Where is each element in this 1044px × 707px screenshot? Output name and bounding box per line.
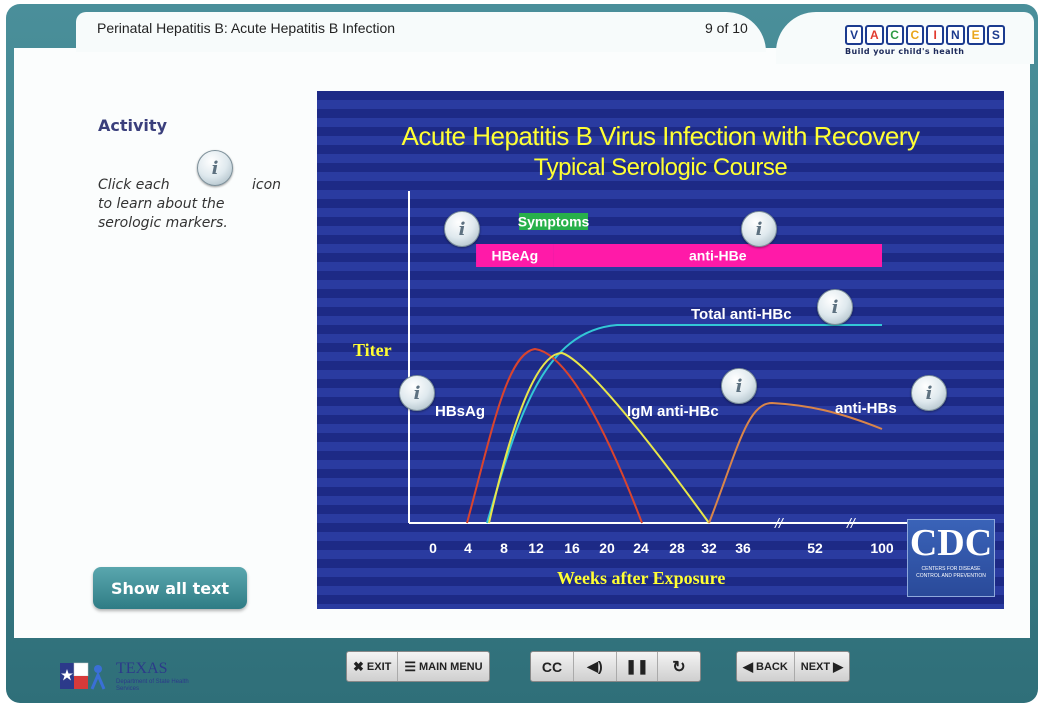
- info-icon: i: [197, 150, 233, 186]
- x-tick-label: 4: [464, 540, 472, 556]
- x-tick-label: 16: [564, 540, 580, 556]
- slide-panel: Acute Hepatitis B Virus Infection with R…: [317, 91, 1004, 609]
- x-tick-label: 20: [599, 540, 615, 556]
- instruction-line2: to learn about the: [98, 196, 225, 212]
- x-tick-label: 52: [807, 540, 823, 556]
- logo-tagline: Build your child's health: [845, 47, 965, 56]
- x-tick-label: 8: [500, 540, 508, 556]
- series-line-anti-hbs: [708, 401, 883, 524]
- close-icon: ✖: [353, 658, 364, 674]
- series-label-total-anti-hbc: Total anti-HBc: [691, 306, 792, 323]
- series-line-hbsag: [466, 347, 643, 524]
- replay-icon[interactable]: ↻: [658, 652, 700, 681]
- closed-caption-button[interactable]: CC: [531, 652, 574, 681]
- x-tick-label: 0: [429, 540, 437, 556]
- instruction-part2: icon: [252, 177, 282, 193]
- info-icon-anti-hbs[interactable]: i: [911, 375, 947, 411]
- next-label: NEXT: [800, 660, 831, 673]
- info-icon-anti-hbe[interactable]: i: [741, 211, 777, 247]
- instruction-line3: serologic markers.: [98, 215, 228, 231]
- x-tick-label: 36: [735, 540, 751, 556]
- back-arrow-icon: ◀: [743, 658, 753, 674]
- exit-label: EXIT: [366, 660, 392, 673]
- course-title: Perinatal Hepatitis B: Acute Hepatitis B…: [97, 20, 396, 36]
- volume-icon[interactable]: ◀︎): [574, 652, 617, 681]
- next-button[interactable]: NEXT ▶: [795, 652, 849, 681]
- next-arrow-icon: ▶: [833, 658, 844, 674]
- texas-flag-icon: [60, 662, 106, 690]
- instruction-part1: Click each: [98, 177, 170, 193]
- x-axis-label: Weeks after Exposure: [557, 568, 725, 588]
- nav-group-menu: ✖ EXIT ☰ MAIN MENU: [346, 651, 490, 682]
- series-label-anti-hbs: anti-HBs: [835, 400, 897, 417]
- logo-letter: C: [905, 25, 924, 45]
- y-axis-label: Titer: [353, 340, 392, 360]
- marker-bar-label: anti-HBe: [689, 248, 747, 264]
- cdc-logo-subtext: CENTERS FOR DISEASE CONTROL AND PREVENTI…: [916, 566, 986, 579]
- texas-dshs-logo: TEXAS Department of State Health Service…: [58, 655, 208, 695]
- nav-group-pager: ◀ BACK NEXT ▶: [736, 651, 851, 682]
- texas-logo-subtext: Department of State Health Services: [116, 679, 189, 692]
- x-tick-label: 24: [633, 540, 649, 556]
- x-tick-label: 100: [870, 540, 894, 556]
- series-line-igm-anti-hbc: [488, 351, 710, 524]
- back-label: BACK: [756, 660, 788, 673]
- serologic-chart: // // Titer Weeks after Exposure 0 4 8 12 16…: [353, 191, 917, 588]
- exit-button[interactable]: ✖ EXIT: [347, 652, 399, 681]
- pause-icon[interactable]: ❚❚: [617, 652, 658, 681]
- info-icon-total-anti-hbc[interactable]: i: [817, 289, 853, 325]
- marker-bar-label: HBeAg: [491, 248, 538, 264]
- series-label-hbsag: HBsAg: [435, 403, 485, 420]
- nav-group-media: CC ◀︎) ❚❚ ↻: [530, 651, 701, 682]
- x-tick-label: 32: [701, 540, 717, 556]
- main-menu-label: MAIN MENU: [419, 660, 483, 673]
- info-icon-igm-anti-hbc[interactable]: i: [721, 368, 757, 404]
- marker-bars: Symptoms HBeAg anti-HBe: [476, 213, 882, 267]
- logo-letter: S: [986, 25, 1005, 45]
- logo-letter: C: [885, 25, 904, 45]
- info-icon-hbsag[interactable]: i: [399, 375, 435, 411]
- cdc-logo: CDC CENTERS FOR DISEASE CONTROL AND PREV…: [907, 519, 995, 597]
- info-icon-hbeag[interactable]: i: [444, 211, 480, 247]
- logo-letter: E: [966, 25, 985, 45]
- x-tick-label: 12: [528, 540, 544, 556]
- page-counter: 9 of 10: [705, 20, 748, 36]
- logo-letters: VACCINES: [845, 25, 1005, 45]
- logo-letter: A: [865, 25, 884, 45]
- menu-icon: ☰: [404, 658, 417, 674]
- cdc-logo-text: CDC: [909, 522, 993, 564]
- logo-letter: V: [845, 25, 864, 45]
- show-all-text-button[interactable]: Show all text: [93, 567, 247, 609]
- main-menu-button[interactable]: ☰ MAIN MENU: [398, 652, 488, 681]
- series-label-igm-anti-hbc: IgM anti-HBc: [627, 403, 719, 420]
- marker-bar-label: Symptoms: [518, 214, 590, 230]
- logo-letter: I: [926, 25, 945, 45]
- back-button[interactable]: ◀ BACK: [737, 652, 795, 681]
- texas-logo-text: TEXAS: [116, 660, 168, 677]
- series-line-total-anti-hbc: [486, 324, 882, 524]
- vaccines-logo: VACCINES Build your child's health: [845, 25, 1005, 65]
- x-tick-labels: 0 4 8 12 16 20 24 28 32 36 52 100: [429, 540, 894, 556]
- x-tick-label: 28: [669, 540, 685, 556]
- logo-letter: N: [946, 25, 965, 45]
- activity-heading: Activity: [98, 116, 167, 135]
